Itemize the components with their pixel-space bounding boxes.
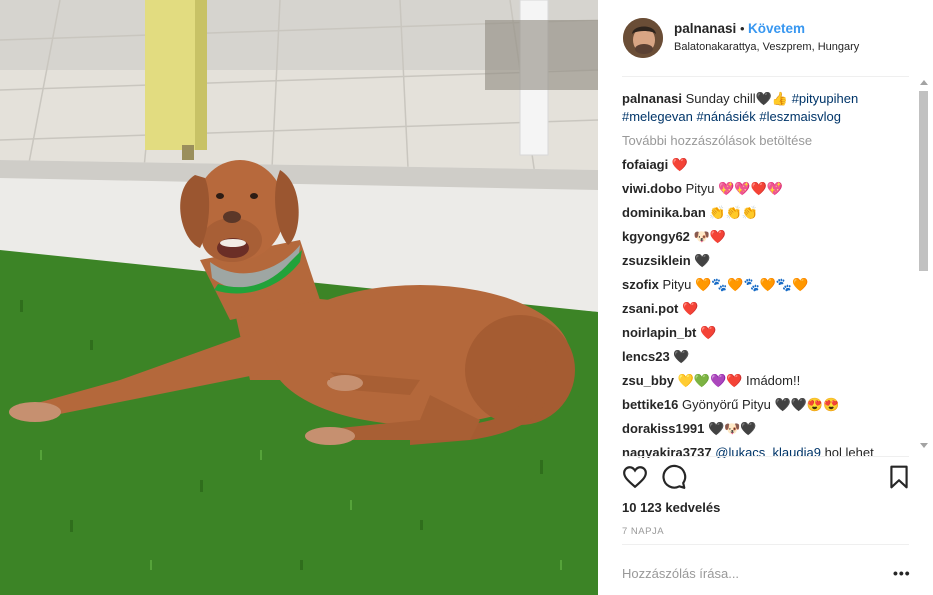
comment-username[interactable]: kgyongy62 bbox=[622, 229, 690, 244]
separator-dot: • bbox=[740, 21, 745, 36]
scroll-up-arrow-icon[interactable] bbox=[920, 80, 928, 85]
add-comment-input[interactable] bbox=[622, 563, 872, 583]
comment-item: szofix Pityu 🧡🐾🧡🐾🧡🐾🧡 bbox=[622, 276, 910, 294]
scroll-down-arrow-icon[interactable] bbox=[920, 443, 928, 448]
hashtag-link[interactable]: #nánásiék bbox=[696, 109, 755, 124]
comment-icon bbox=[662, 464, 687, 489]
comment-text: 👏👏👏 bbox=[709, 205, 758, 220]
comment-item: dominika.ban 👏👏👏 bbox=[622, 204, 910, 222]
like-count[interactable]: 10 123 kedvelés bbox=[622, 500, 720, 515]
comment-item: zsuzsiklein 🖤 bbox=[622, 252, 910, 270]
comment-item: viwi.dobo Pityu 💖💖❤️💖 bbox=[622, 180, 910, 198]
hashtag-link[interactable]: #leszmaisvlog bbox=[759, 109, 841, 124]
comment-text: Pityu 💖💖❤️💖 bbox=[685, 181, 783, 196]
comment-item: fofaiagi ❤️ bbox=[622, 156, 910, 174]
scrollbar-thumb[interactable] bbox=[919, 91, 928, 271]
comment-text: 🖤🐶🖤 bbox=[708, 421, 757, 436]
comment-text: 🖤 bbox=[673, 349, 690, 364]
comment-text: ❤️ bbox=[681, 301, 699, 316]
heart-icon bbox=[623, 466, 647, 489]
post-header: palnanasi • Követem Balatonakarattya, Ve… bbox=[598, 0, 933, 76]
comment-text: Pityu 🧡🐾🧡🐾🧡🐾🧡 bbox=[662, 277, 809, 292]
hashtag-link[interactable]: #melegevan bbox=[622, 109, 693, 124]
avatar[interactable] bbox=[623, 18, 663, 58]
divider bbox=[622, 456, 909, 457]
more-options-button[interactable]: ••• bbox=[893, 565, 911, 581]
avatar-image bbox=[623, 18, 663, 58]
comment-text: 🐶❤️ bbox=[693, 229, 726, 244]
bookmark-icon bbox=[890, 465, 908, 489]
comment-item: kgyongy62 🐶❤️ bbox=[622, 228, 910, 246]
load-more-comments-button[interactable]: További hozzászólások betöltése bbox=[622, 132, 910, 150]
caption-username[interactable]: palnanasi bbox=[622, 91, 682, 106]
comment-username[interactable]: noirlapin_bt bbox=[622, 325, 696, 340]
like-button[interactable] bbox=[622, 464, 650, 492]
comment-username[interactable]: dominika.ban bbox=[622, 205, 706, 220]
post-caption: palnanasi Sunday chill🖤👍 #pityupihen #me… bbox=[622, 86, 910, 126]
comment-username[interactable]: dorakiss1991 bbox=[622, 421, 704, 436]
comment-username[interactable]: viwi.dobo bbox=[622, 181, 682, 196]
comment-text: ❤️ bbox=[700, 325, 717, 340]
comments-scrollbar[interactable] bbox=[916, 77, 931, 455]
post-timestamp[interactable]: 7 NAPJA bbox=[622, 526, 664, 537]
comment-text: 🖤 bbox=[694, 253, 711, 268]
comment-username[interactable]: szofix bbox=[622, 277, 659, 292]
comment-button[interactable] bbox=[661, 464, 689, 492]
author-username[interactable]: palnanasi bbox=[674, 21, 736, 36]
comment-username[interactable]: lencs23 bbox=[622, 349, 670, 364]
comment-item: noirlapin_bt ❤️ bbox=[622, 324, 910, 342]
hashtag-link[interactable]: #pityupihen bbox=[792, 91, 859, 106]
post-actions-bar bbox=[598, 462, 933, 496]
divider bbox=[622, 76, 909, 77]
comment-item: lencs23 🖤 bbox=[622, 348, 910, 366]
comment-username[interactable]: bettike16 bbox=[622, 397, 678, 412]
comment-text: Gyönyörű Pityu 🖤🖤😍😍 bbox=[682, 397, 840, 412]
save-button[interactable] bbox=[886, 464, 914, 492]
divider bbox=[622, 544, 909, 545]
comment-username[interactable]: fofaiagi bbox=[622, 157, 668, 172]
comment-item: zsu_bby 💛💚💜❤️ Imádom!! bbox=[622, 372, 910, 390]
post-side-panel: palnanasi • Követem Balatonakarattya, Ve… bbox=[598, 0, 933, 595]
follow-button[interactable]: Követem bbox=[748, 21, 805, 36]
post-location[interactable]: Balatonakarattya, Veszprem, Hungary bbox=[674, 41, 859, 53]
comment-item: zsani.pot ❤️ bbox=[622, 300, 910, 318]
comment-username[interactable]: zsani.pot bbox=[622, 301, 678, 316]
comment-username[interactable]: zsuzsiklein bbox=[622, 253, 691, 268]
caption-text: Sunday chill🖤👍 bbox=[685, 91, 789, 106]
comment-text: ❤️ bbox=[671, 157, 689, 172]
comment-text: 💛💚💜❤️ Imádom!! bbox=[677, 373, 801, 388]
comment-username[interactable]: zsu_bby bbox=[622, 373, 674, 388]
dog-on-grass-image bbox=[0, 0, 598, 595]
comment-item: bettike16 Gyönyörű Pityu 🖤🖤😍😍 bbox=[622, 396, 910, 414]
comments-list[interactable]: palnanasi Sunday chill🖤👍 #pityupihen #me… bbox=[622, 86, 910, 458]
post-photo[interactable] bbox=[0, 0, 598, 595]
comment-item: dorakiss1991 🖤🐶🖤 bbox=[622, 420, 910, 438]
